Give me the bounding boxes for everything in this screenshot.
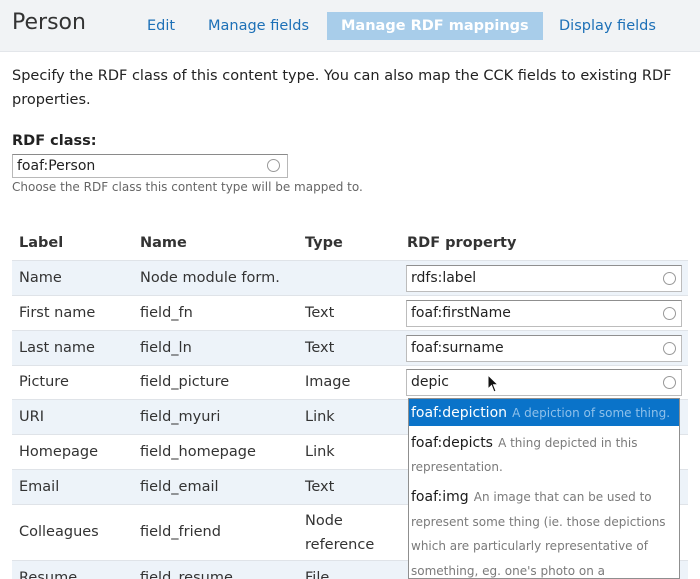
cell-name: field_myuri [140,409,221,425]
autocomplete-throbber-icon [267,159,280,172]
cell-label: Colleagues [19,524,99,540]
rdf-class-label: RDF class: [12,133,97,149]
cell-label: Email [19,479,60,495]
autocomplete-option[interactable]: foaf:img An image that can be used to re… [409,484,679,578]
table-header: Label Name Type RDF property [12,226,688,260]
page-title: Person [12,10,86,35]
autocomplete-option[interactable]: foaf:depiction A depiction of some thing… [409,399,679,426]
cell-type: File [305,570,330,579]
autocomplete-throbber-icon [663,307,676,320]
tab-manage-rdf-mappings[interactable]: Manage RDF mappings [327,12,543,40]
cell-label: Homepage [19,444,99,460]
autocomplete-option[interactable]: foaf:depicts A thing depicted in this re… [409,430,679,478]
cell-label: URI [19,409,44,425]
table-row: Picture field_picture Image depic [12,365,688,399]
option-description: An image that can be used to [473,490,652,504]
cell-name: field_fn [140,305,193,321]
tab-display-fields[interactable]: Display fields [559,12,656,40]
table-row: Last name field_ln Text foaf:surname [12,330,688,365]
cell-type: Text [305,479,335,495]
cell-label: Picture [19,374,69,390]
option-description: which are particularly representative of [411,539,648,553]
cell-type: Link [305,444,335,460]
rdf-property-input[interactable]: foaf:surname [406,335,682,362]
rdf-property-input[interactable]: foaf:firstName [406,300,682,327]
option-description: represent some thing (ie. those depictio… [411,514,666,529]
header-label: Label [19,235,64,251]
table-row: Name Node module form. rdfs:label [12,260,688,295]
tab-edit[interactable]: Edit [147,12,175,40]
autocomplete-dropdown: foaf:depiction A depiction of some thing… [408,398,680,579]
cell-label: First name [19,305,96,321]
option-key: foaf:img [411,489,469,505]
autocomplete-throbber-icon [663,272,676,285]
tab-manage-fields[interactable]: Manage fields [208,12,309,40]
header-rdf-property: RDF property [407,235,517,251]
cell-label: Resume [19,570,78,579]
cell-type: Image [305,374,351,390]
page-header: Person Edit Manage fields Manage RDF map… [0,0,700,52]
cell-name: field_email [140,479,219,495]
mouse-pointer-icon [487,374,499,393]
rdf-class-help: Choose the RDF class this content type w… [12,180,363,194]
table-row: First name field_fn Text foaf:firstName [12,295,688,330]
cell-label: Last name [19,340,95,356]
autocomplete-throbber-icon [663,342,676,355]
rdf-property-input[interactable]: rdfs:label [406,265,682,292]
rdf-class-input[interactable]: foaf:Person [12,154,288,178]
cell-name: field_homepage [140,444,256,460]
header-type: Type [305,235,343,251]
option-description: representation. [411,460,503,474]
cell-name: field_picture [140,374,230,390]
cell-name: field_friend [140,524,221,540]
option-description: A depiction of some thing. [512,406,671,420]
intro-text: Specify the RDF class of this content ty… [12,68,672,108]
cell-label: Name [19,270,62,286]
cell-type: Text [305,305,335,321]
header-name: Name [140,235,187,251]
option-key: foaf:depicts [411,435,493,451]
autocomplete-throbber-icon [663,376,676,389]
cell-type: Node [305,513,343,529]
cell-type: Text [305,340,335,356]
cell-type: reference [305,537,375,553]
option-description: something, eg. one's photo on a [411,563,606,578]
option-key: foaf:depiction [411,405,508,421]
option-description: A thing depicted in this [498,436,638,450]
cell-name: Node module form. [140,270,280,286]
cell-type: Link [305,409,335,425]
rdf-property-input[interactable]: depic [406,369,682,396]
cell-name: field_resume [140,570,233,579]
cell-name: field_ln [140,340,192,356]
